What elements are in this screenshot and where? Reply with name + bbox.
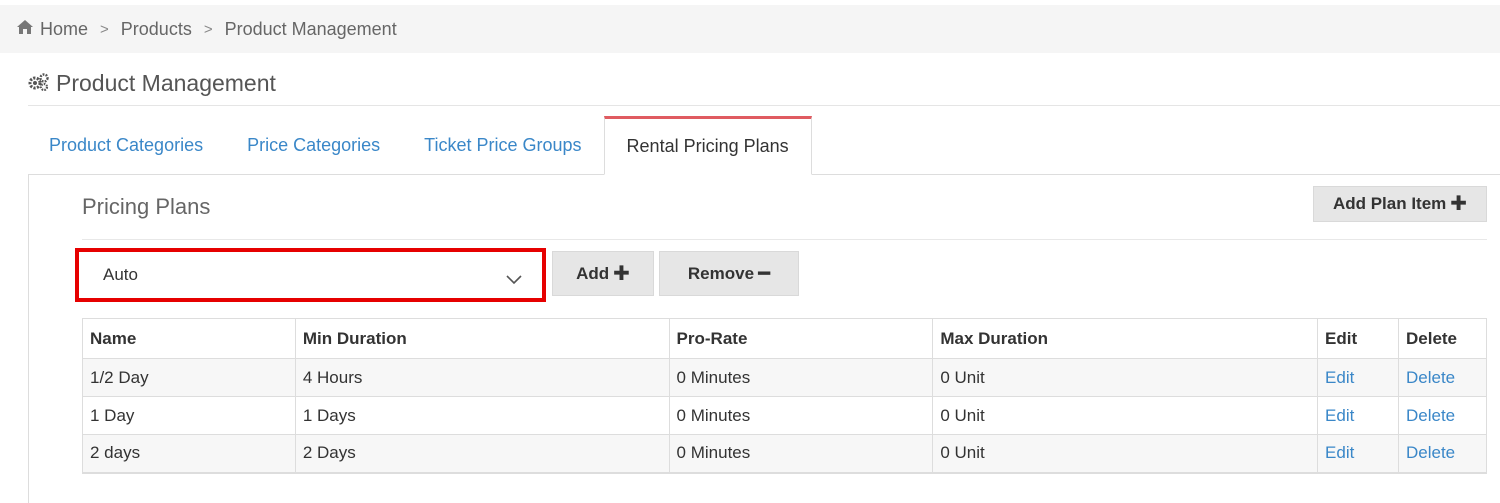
pricing-plan-items-table: Name Min Duration Pro-Rate Max Duration … <box>82 318 1488 474</box>
gears-icon <box>28 70 50 97</box>
cell-delete: Delete <box>1397 396 1488 435</box>
delete-link[interactable]: Delete <box>1406 443 1455 462</box>
cell-edit: Edit <box>1317 358 1399 397</box>
tab-price-categories[interactable]: Price Categories <box>225 116 402 174</box>
section-title: Pricing Plans <box>82 194 211 219</box>
tab-rental-pricing-plans[interactable]: Rental Pricing Plans <box>603 116 812 175</box>
cell-edit: Edit <box>1317 396 1399 435</box>
minus-icon: ━ <box>758 262 771 285</box>
edit-link[interactable]: Edit <box>1325 406 1354 425</box>
cell-name: 1/2 Day <box>82 358 296 397</box>
plus-icon: ✚ <box>613 262 630 285</box>
delete-link[interactable]: Delete <box>1406 406 1455 425</box>
breadcrumb-home[interactable]: Home <box>40 19 88 40</box>
section-divider <box>82 239 1487 240</box>
cell-delete: Delete <box>1397 434 1488 474</box>
cell-pro-rate: 0 Minutes <box>668 396 934 435</box>
home-icon[interactable] <box>16 19 34 40</box>
chevron-down-icon <box>506 270 522 290</box>
table-header-row: Name Min Duration Pro-Rate Max Duration … <box>82 318 1488 359</box>
add-plan-button[interactable]: Add ✚ <box>552 251 654 296</box>
column-header-edit: Edit <box>1317 318 1399 359</box>
page-header: Product Management <box>28 62 1500 106</box>
remove-plan-label: Remove <box>687 263 755 283</box>
breadcrumb-products[interactable]: Products <box>121 19 192 40</box>
column-header-max-duration: Max Duration <box>932 318 1319 359</box>
breadcrumb-separator: > <box>203 20 213 38</box>
plus-icon: ✚ <box>1450 193 1468 215</box>
cell-min-duration: 2 Days <box>294 434 670 474</box>
cell-name: 1 Day <box>82 396 296 435</box>
tab-bar: Product Categories Price Categories Tick… <box>28 116 1500 175</box>
cell-min-duration: 1 Days <box>294 396 670 435</box>
cell-max-duration: 0 Unit <box>932 396 1319 435</box>
tab-ticket-price-groups[interactable]: Ticket Price Groups <box>402 116 603 174</box>
delete-link[interactable]: Delete <box>1406 368 1455 387</box>
table-row: 1 Day 1 Days 0 Minutes 0 Unit Edit Delet… <box>82 396 1488 435</box>
cell-name: 2 days <box>82 434 296 474</box>
edit-link[interactable]: Edit <box>1325 368 1354 387</box>
breadcrumb: Home > Products > Product Management <box>0 5 1500 53</box>
column-header-name: Name <box>82 318 296 359</box>
add-plan-label: Add <box>576 263 610 283</box>
remove-plan-button[interactable]: Remove ━ <box>659 251 799 296</box>
cell-max-duration: 0 Unit <box>932 358 1319 397</box>
edit-link[interactable]: Edit <box>1325 443 1354 462</box>
pricing-plan-select-highlight: Auto <box>75 248 546 302</box>
breadcrumb-separator: > <box>100 20 109 38</box>
cell-edit: Edit <box>1317 434 1399 474</box>
add-plan-item-label: Add Plan Item <box>1332 194 1447 213</box>
cell-pro-rate: 0 Minutes <box>668 358 934 397</box>
cell-pro-rate: 0 Minutes <box>668 434 934 474</box>
page-title: Product Management <box>56 70 276 96</box>
add-plan-item-button[interactable]: Add Plan Item ✚ <box>1313 186 1487 222</box>
table-row: 2 days 2 Days 0 Minutes 0 Unit Edit Dele… <box>82 434 1488 474</box>
tab-product-categories[interactable]: Product Categories <box>28 116 225 174</box>
pricing-plan-select-value: Auto <box>103 265 138 284</box>
cell-delete: Delete <box>1397 358 1488 397</box>
cell-max-duration: 0 Unit <box>932 434 1319 474</box>
breadcrumb-product-management: Product Management <box>224 18 397 39</box>
column-header-delete: Delete <box>1397 318 1488 359</box>
cell-min-duration: 4 Hours <box>294 358 670 397</box>
pricing-plan-select[interactable]: Auto <box>83 256 538 294</box>
column-header-min-duration: Min Duration <box>294 318 670 359</box>
table-row: 1/2 Day 4 Hours 0 Minutes 0 Unit Edit De… <box>82 358 1488 397</box>
column-header-pro-rate: Pro-Rate <box>668 318 934 359</box>
